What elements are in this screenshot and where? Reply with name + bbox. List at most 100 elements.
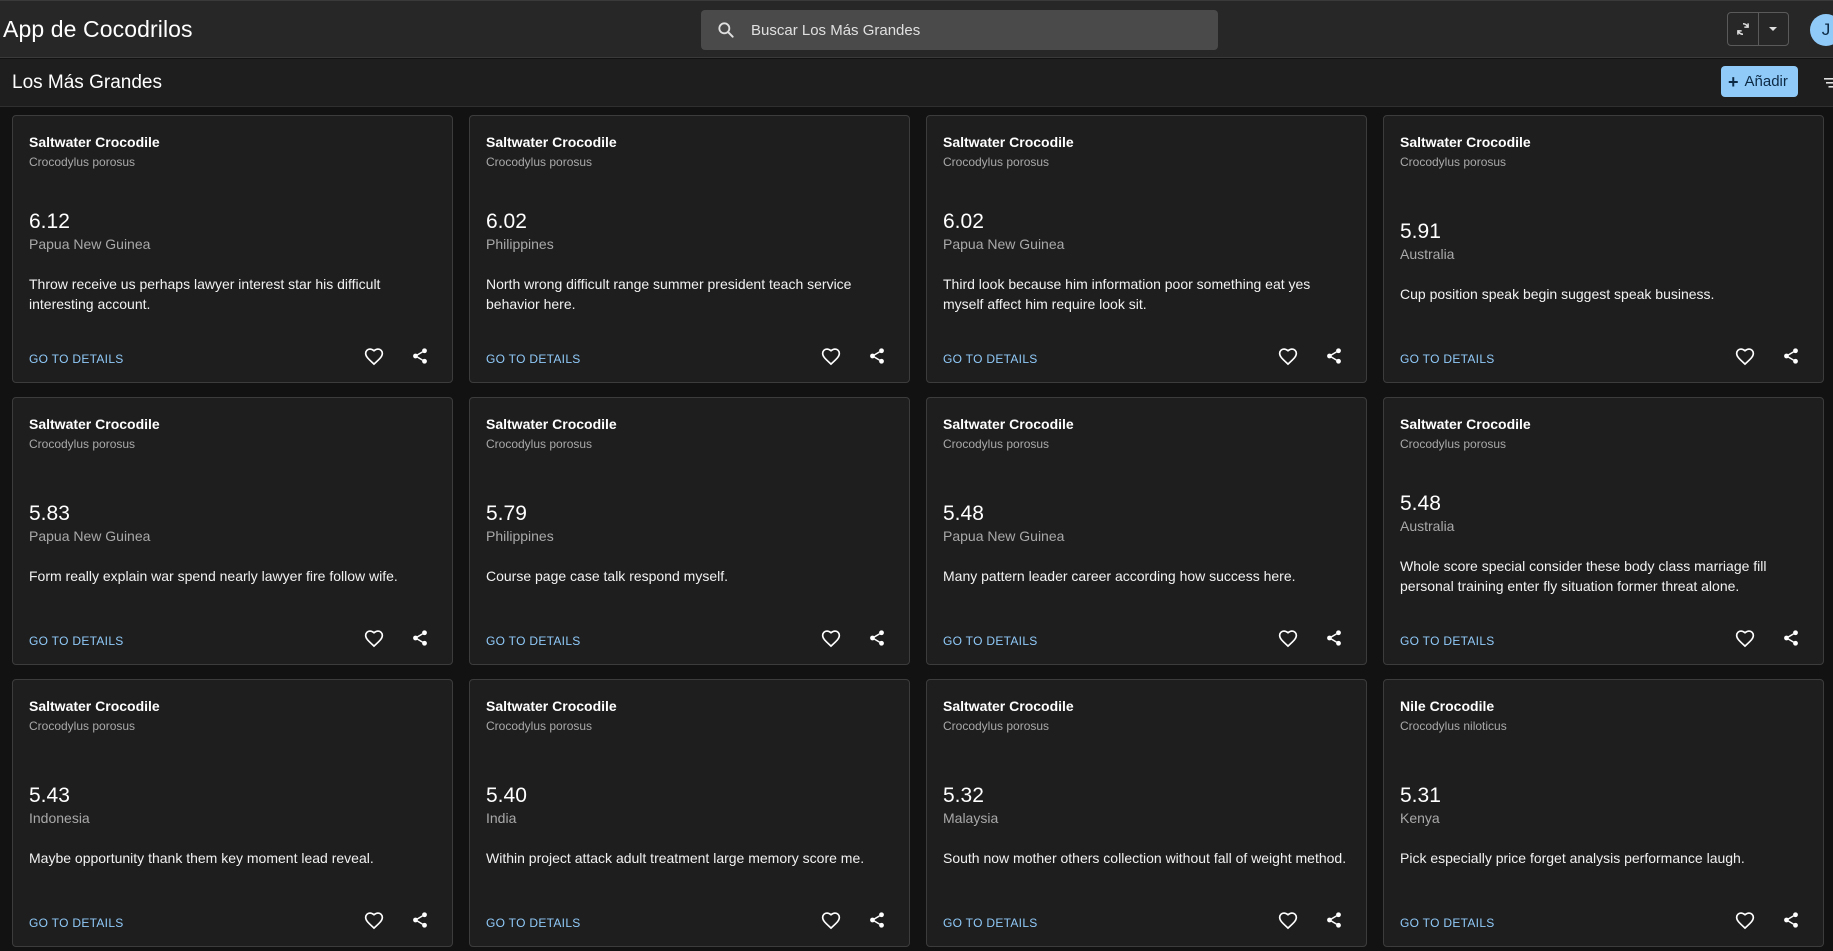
card-title: Saltwater Crocodile [943, 416, 1074, 432]
card-title: Saltwater Crocodile [1400, 416, 1531, 432]
crocodile-card: Saltwater Crocodile Crocodylus porosus 5… [469, 679, 910, 947]
card-size: 6.02 [943, 210, 984, 233]
heart-icon[interactable] [1735, 629, 1755, 649]
go-to-details-link[interactable]: GO TO DETAILS [943, 352, 1038, 366]
heart-icon[interactable] [1278, 347, 1298, 367]
share-icon[interactable] [411, 911, 429, 929]
card-title: Saltwater Crocodile [1400, 134, 1531, 150]
go-to-details-link[interactable]: GO TO DETAILS [943, 916, 1038, 930]
card-size: 6.12 [29, 210, 70, 233]
heart-icon[interactable] [1278, 911, 1298, 931]
card-scientific-name: Crocodylus porosus [943, 719, 1050, 733]
search-input[interactable] [751, 10, 1206, 50]
card-scientific-name: Crocodylus porosus [486, 155, 593, 169]
heart-icon[interactable] [1278, 629, 1298, 649]
card-description: Within project attack adult treatment la… [486, 850, 865, 866]
add-button[interactable]: + Añadir [1721, 66, 1798, 97]
share-icon[interactable] [868, 911, 886, 929]
heart-icon[interactable] [364, 629, 384, 649]
crocodile-card: Saltwater Crocodile Crocodylus porosus 5… [926, 679, 1367, 947]
card-size: 5.31 [1400, 784, 1441, 807]
page-title: Los Más Grandes [12, 72, 162, 93]
go-to-details-link[interactable]: GO TO DETAILS [1400, 352, 1495, 366]
card-size: 5.32 [943, 784, 984, 807]
card-country: Papua New Guinea [29, 528, 151, 544]
share-icon[interactable] [1782, 629, 1800, 647]
heart-icon[interactable] [364, 347, 384, 367]
crocodile-card: Saltwater Crocodile Crocodylus porosus 5… [1383, 397, 1824, 665]
heart-icon[interactable] [821, 629, 841, 649]
chevron-down-icon [1767, 23, 1779, 35]
card-description: Form really explain war spend nearly law… [29, 568, 398, 584]
card-title: Nile Crocodile [1400, 698, 1495, 714]
crocodile-card: Nile Crocodile Crocodylus niloticus 5.31… [1383, 679, 1824, 947]
share-icon[interactable] [868, 347, 886, 365]
card-country: India [486, 810, 517, 826]
share-icon[interactable] [868, 629, 886, 647]
go-to-details-link[interactable]: GO TO DETAILS [29, 634, 124, 648]
heart-icon[interactable] [364, 911, 384, 931]
share-icon[interactable] [411, 629, 429, 647]
crocodile-card: Saltwater Crocodile Crocodylus porosus 5… [926, 397, 1367, 665]
card-description: Many pattern leader career according how… [943, 568, 1296, 584]
share-icon[interactable] [1782, 911, 1800, 929]
heart-icon[interactable] [821, 911, 841, 931]
crocodile-card: Saltwater Crocodile Crocodylus porosus 5… [12, 397, 453, 665]
card-size: 5.91 [1400, 220, 1441, 243]
card-scientific-name: Crocodylus porosus [486, 437, 593, 451]
card-description: Cup position speak begin suggest speak b… [1400, 286, 1715, 302]
heart-icon[interactable] [1735, 347, 1755, 367]
card-size: 5.40 [486, 784, 527, 807]
card-scientific-name: Crocodylus porosus [486, 719, 593, 733]
card-scientific-name: Crocodylus niloticus [1400, 719, 1507, 733]
go-to-details-link[interactable]: GO TO DETAILS [486, 352, 581, 366]
go-to-details-link[interactable]: GO TO DETAILS [943, 634, 1038, 648]
go-to-details-link[interactable]: GO TO DETAILS [486, 634, 581, 648]
card-scientific-name: Crocodylus porosus [1400, 155, 1507, 169]
card-scientific-name: Crocodylus porosus [1400, 437, 1507, 451]
card-country: Kenya [1400, 810, 1440, 826]
page-toolbar: Los Más Grandes + Añadir [0, 59, 1833, 107]
crocodile-card: Saltwater Crocodile Crocodylus porosus 5… [469, 397, 910, 665]
go-to-details-link[interactable]: GO TO DETAILS [29, 916, 124, 930]
card-country: Indonesia [29, 810, 90, 826]
heart-icon[interactable] [1735, 911, 1755, 931]
app-bar: App de Cocodrilos J [0, 0, 1833, 58]
heart-icon[interactable] [821, 347, 841, 367]
refresh-icon [1734, 20, 1752, 38]
go-to-details-link[interactable]: GO TO DETAILS [29, 352, 124, 366]
share-icon[interactable] [1325, 629, 1343, 647]
card-size: 5.83 [29, 502, 70, 525]
sync-button-group [1727, 12, 1789, 46]
card-description: Maybe opportunity thank them key moment … [29, 850, 374, 866]
card-scientific-name: Crocodylus porosus [29, 437, 136, 451]
card-description: South now mother others collection witho… [943, 850, 1347, 866]
search-box[interactable] [701, 10, 1218, 50]
share-icon[interactable] [1782, 347, 1800, 365]
avatar[interactable]: J [1810, 14, 1833, 46]
card-country: Philippines [486, 528, 554, 544]
card-size: 5.43 [29, 784, 70, 807]
card-description: Third look because him information poor … [943, 276, 1311, 312]
go-to-details-link[interactable]: GO TO DETAILS [486, 916, 581, 930]
card-title: Saltwater Crocodile [486, 698, 617, 714]
share-icon[interactable] [411, 347, 429, 365]
share-icon[interactable] [1325, 911, 1343, 929]
search-icon [716, 20, 736, 40]
card-title: Saltwater Crocodile [486, 134, 617, 150]
card-title: Saltwater Crocodile [943, 134, 1074, 150]
crocodile-card: Saltwater Crocodile Crocodylus porosus 6… [469, 115, 910, 383]
refresh-button[interactable] [1728, 13, 1758, 45]
go-to-details-link[interactable]: GO TO DETAILS [1400, 916, 1495, 930]
go-to-details-link[interactable]: GO TO DETAILS [1400, 634, 1495, 648]
card-description: Throw receive us perhaps lawyer interest… [29, 276, 381, 312]
card-scientific-name: Crocodylus porosus [29, 155, 136, 169]
filter-icon[interactable] [1824, 76, 1833, 90]
card-description: Course page case talk respond myself. [486, 568, 729, 584]
plus-icon: + [1728, 71, 1739, 92]
card-size: 6.02 [486, 210, 527, 233]
card-title: Saltwater Crocodile [943, 698, 1074, 714]
crocodile-card: Saltwater Crocodile Crocodylus porosus 5… [1383, 115, 1824, 383]
sync-menu-button[interactable] [1757, 13, 1788, 45]
share-icon[interactable] [1325, 347, 1343, 365]
